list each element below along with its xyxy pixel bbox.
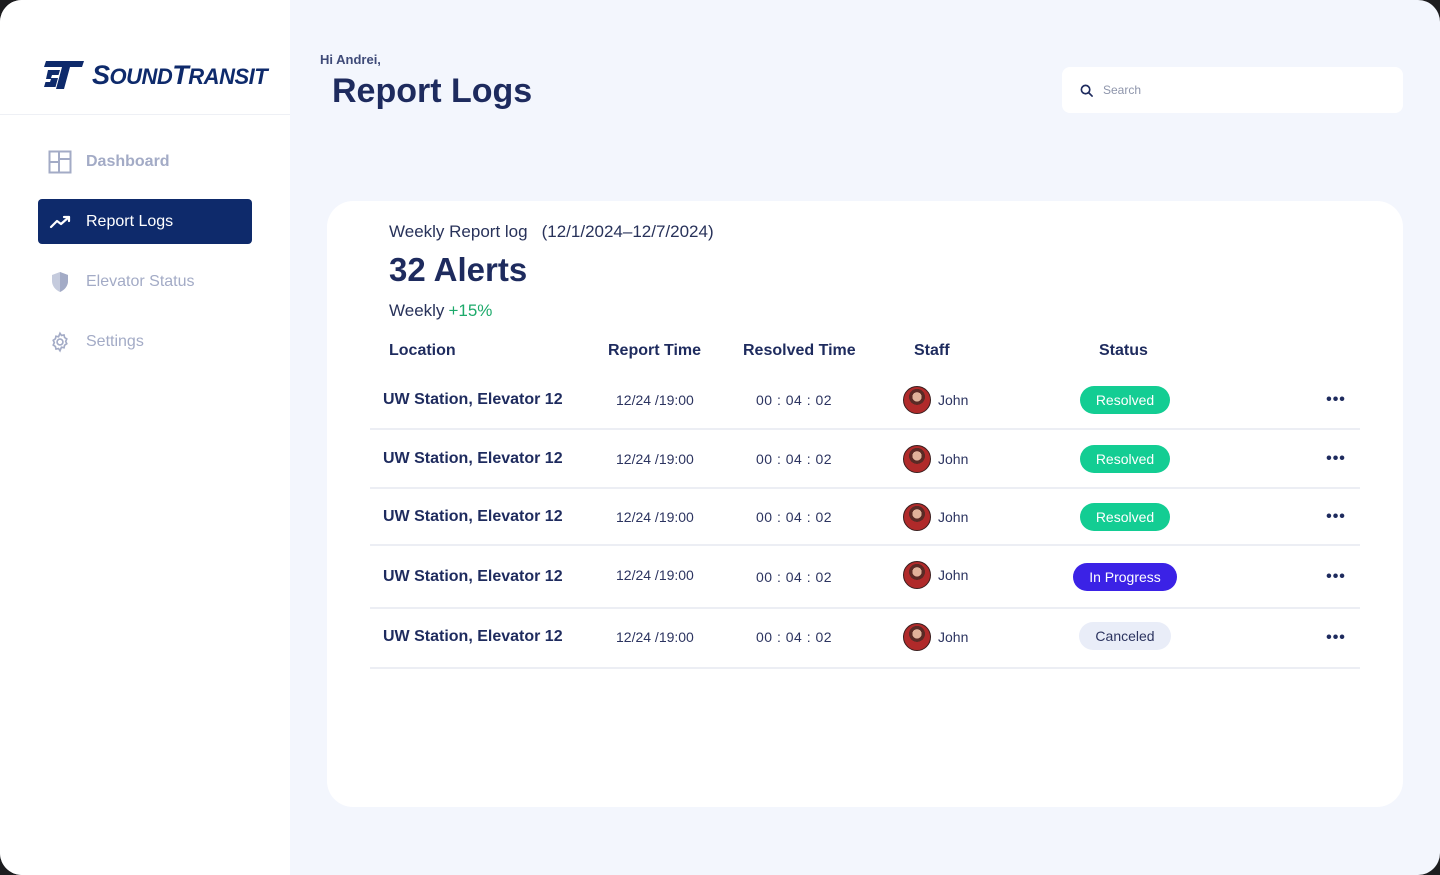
- search-icon: [1080, 84, 1093, 97]
- row-status: Resolved: [1060, 431, 1190, 487]
- staff-name: John: [938, 451, 969, 467]
- row-resolved-time: 00 : 04 : 02: [756, 568, 833, 585]
- staff-name: John: [938, 509, 969, 525]
- report-period: Weekly Report log (12/1/2024–12/7/2024): [389, 222, 714, 242]
- weekly-change: Weekly +15%: [389, 301, 492, 321]
- table-row[interactable]: UW Station, Elevator 12 12/24 /19:00 00 …: [370, 431, 1360, 489]
- avatar: [903, 386, 931, 414]
- column-header-resolved-time: Resolved Time: [743, 342, 856, 359]
- sidebar-item-label: Report Logs: [86, 212, 174, 230]
- row-location: UW Station, Elevator 12: [383, 628, 563, 645]
- weekly-label: Weekly: [389, 301, 445, 320]
- report-subtitle: Weekly Report log: [389, 222, 528, 241]
- avatar: [903, 623, 931, 651]
- trend-chart-icon: [48, 210, 72, 234]
- status-badge: In Progress: [1073, 562, 1177, 591]
- weekly-delta: +15%: [448, 301, 493, 320]
- gear-icon: [48, 330, 72, 354]
- more-horizontal-icon[interactable]: •••: [1326, 372, 1346, 428]
- table-row[interactable]: UW Station, Elevator 12 12/24 /19:00 00 …: [370, 490, 1360, 546]
- row-staff: John: [903, 546, 968, 604]
- status-badge: Resolved: [1079, 386, 1171, 414]
- sound-transit-logo-icon: [44, 61, 84, 89]
- status-badge: Resolved: [1079, 445, 1171, 473]
- report-date-range: (12/1/2024–12/7/2024): [541, 222, 714, 241]
- row-resolved-time: 00 : 04 : 02: [756, 451, 833, 467]
- row-staff: John: [903, 431, 968, 487]
- sidebar-item-settings[interactable]: Settings: [38, 319, 252, 364]
- row-staff: John: [903, 609, 968, 665]
- report-card: Weekly Report log (12/1/2024–12/7/2024) 3…: [327, 201, 1403, 807]
- row-report-time: 12/24 /19:00: [616, 629, 694, 645]
- table-row[interactable]: UW Station, Elevator 12 12/24 /19:00 00 …: [370, 372, 1360, 430]
- shield-icon: [48, 270, 72, 294]
- row-status: In Progress: [1060, 546, 1190, 607]
- staff-name: John: [938, 567, 969, 583]
- row-status: Resolved: [1060, 372, 1190, 428]
- column-header-staff: Staff: [914, 342, 950, 359]
- more-horizontal-icon[interactable]: •••: [1326, 609, 1346, 667]
- logo-wordmark: SOUNDTRANSIT: [92, 59, 268, 90]
- row-report-time: 12/24 /19:00: [616, 392, 694, 408]
- status-badge: Resolved: [1079, 503, 1171, 531]
- row-location: UW Station, Elevator 12: [383, 450, 563, 467]
- more-horizontal-icon[interactable]: •••: [1326, 546, 1346, 607]
- sidebar-item-report-logs[interactable]: Report Logs: [38, 199, 252, 244]
- row-status: Canceled: [1060, 609, 1190, 663]
- row-report-time: 12/24 /19:00: [616, 451, 694, 467]
- table-row[interactable]: UW Station, Elevator 12 12/24 /19:00 00 …: [370, 609, 1360, 669]
- row-resolved-time: 00 : 04 : 02: [756, 392, 833, 408]
- greeting: Hi Andrei,: [320, 52, 381, 67]
- page-title: Report Logs: [332, 72, 533, 110]
- row-report-time: 12/24 /19:00: [616, 509, 694, 525]
- table-row[interactable]: UW Station, Elevator 12 12/24 /19:00 00 …: [370, 546, 1360, 609]
- dashboard-grid-icon: [48, 150, 72, 174]
- row-report-time: 12/24 /19:00: [616, 567, 694, 583]
- alerts-count: 32 Alerts: [389, 251, 528, 288]
- sidebar-divider: [0, 114, 290, 115]
- row-location: UW Station, Elevator 12: [383, 567, 563, 585]
- search-box[interactable]: [1062, 67, 1403, 113]
- row-resolved-time: 00 : 04 : 02: [756, 629, 833, 645]
- more-horizontal-icon[interactable]: •••: [1326, 431, 1346, 487]
- status-badge: Canceled: [1079, 622, 1171, 650]
- sidebar: SOUNDTRANSIT Dashboard Report Logs Eleva…: [0, 0, 290, 875]
- avatar: [903, 445, 931, 473]
- staff-name: John: [938, 392, 969, 408]
- avatar: [903, 561, 931, 589]
- sidebar-item-label: Dashboard: [86, 152, 170, 170]
- sound-transit-logo[interactable]: SOUNDTRANSIT: [44, 57, 268, 93]
- search-input[interactable]: [1103, 83, 1383, 97]
- column-header-report-time: Report Time: [608, 342, 702, 359]
- column-header-location: Location: [389, 342, 456, 359]
- row-location: UW Station, Elevator 12: [383, 508, 563, 525]
- row-location: UW Station, Elevator 12: [383, 391, 563, 408]
- row-staff: John: [903, 490, 968, 544]
- row-staff: John: [903, 372, 968, 428]
- staff-name: John: [938, 629, 969, 645]
- sidebar-item-label: Elevator Status: [86, 272, 195, 290]
- sidebar-item-dashboard[interactable]: Dashboard: [38, 139, 252, 184]
- column-header-status: Status: [1099, 342, 1148, 359]
- more-horizontal-icon[interactable]: •••: [1326, 490, 1346, 544]
- row-resolved-time: 00 : 04 : 02: [756, 509, 833, 525]
- app-window: SOUNDTRANSIT Dashboard Report Logs Eleva…: [0, 0, 1440, 875]
- sidebar-item-label: Settings: [86, 332, 144, 350]
- avatar: [903, 503, 931, 531]
- row-status: Resolved: [1060, 490, 1190, 544]
- sidebar-item-elevator-status[interactable]: Elevator Status: [38, 259, 252, 304]
